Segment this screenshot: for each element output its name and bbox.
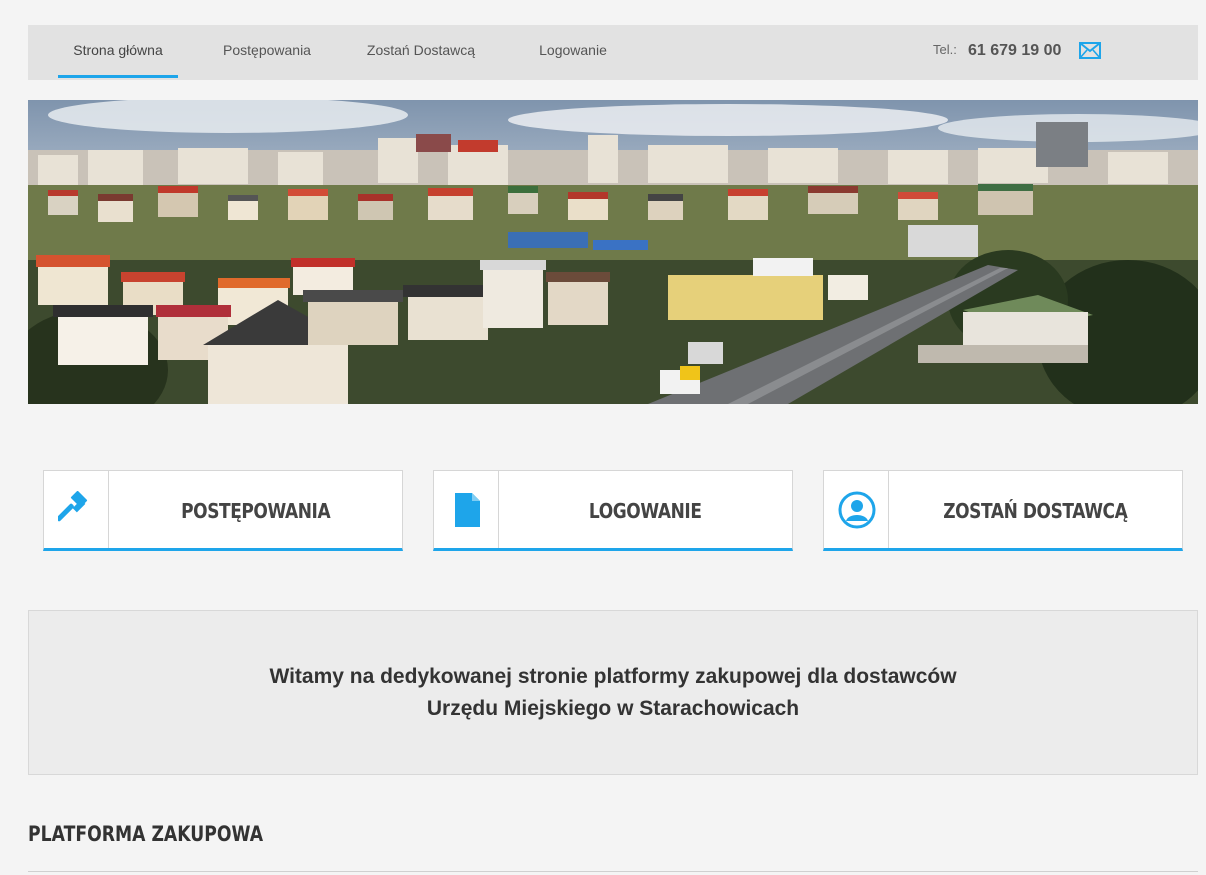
welcome-line-1: Witamy na dedykowanej stronie platformy … <box>269 665 957 688</box>
tile-zostan-dostawca[interactable]: ZOSTAŃ DOSTAWCĄ <box>823 470 1183 551</box>
tile-icon-box <box>434 471 499 548</box>
tile-label: ZOSTAŃ DOSTAWCĄ <box>943 499 1128 523</box>
nav-item-label: Zostań Dostawcą <box>366 42 476 58</box>
welcome-box: Witamy na dedykowanej stronie platformy … <box>28 610 1198 775</box>
tile-label: LOGOWANIE <box>589 499 702 523</box>
section-title: PLATFORMA ZAKUPOWA <box>28 822 264 846</box>
nav-item-label: Postępowania <box>223 42 311 58</box>
section-divider <box>28 871 1198 872</box>
nav-item-postepowania[interactable]: Postępowania <box>213 25 321 80</box>
top-navigation: Strona główna Postępowania Zostań Dostaw… <box>28 25 1198 80</box>
tile-logowanie[interactable]: LOGOWANIE <box>433 470 793 551</box>
welcome-line-2: Urzędu Miejskiego w Starachowicach <box>426 697 800 720</box>
nav-item-home[interactable]: Strona główna <box>58 25 178 80</box>
user-circle-icon <box>838 491 876 529</box>
phone-number: 61 679 19 00 <box>968 42 1062 59</box>
nav-item-zostan-dostawca[interactable]: Zostań Dostawcą <box>361 25 481 80</box>
gavel-icon <box>58 491 88 522</box>
welcome-message: Witamy na dedykowanej stronie platformy … <box>29 661 1197 725</box>
phone-label: Tel.: <box>933 42 957 57</box>
active-nav-indicator <box>58 75 178 78</box>
tile-label: POSTĘPOWANIA <box>180 499 331 523</box>
tile-postepowania[interactable]: POSTĘPOWANIA <box>43 470 403 551</box>
envelope-icon[interactable] <box>1079 42 1101 59</box>
hero-panorama-image <box>28 100 1198 404</box>
tile-icon-box <box>824 471 889 548</box>
tile-icon-box <box>44 471 109 548</box>
nav-item-logowanie[interactable]: Logowanie <box>528 25 618 80</box>
town-panorama-illustration <box>28 100 1198 404</box>
nav-item-label: Strona główna <box>73 42 163 58</box>
document-icon <box>455 493 480 527</box>
nav-item-label: Logowanie <box>539 42 607 58</box>
